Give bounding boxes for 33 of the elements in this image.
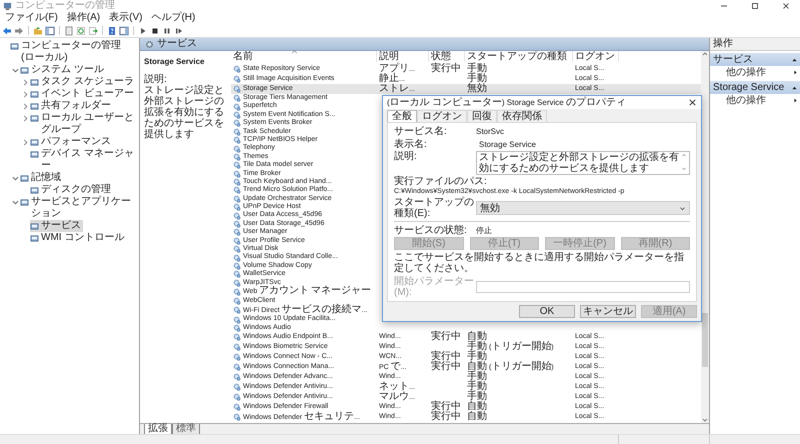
table-cell-text: 実行中	[431, 352, 461, 362]
field-label: 実行ファイルのパス:	[394, 176, 488, 187]
field-label: スタートアップの種類(E):	[394, 197, 475, 219]
table-cell: 実行中	[431, 412, 461, 423]
table-cell: 実行中	[431, 362, 461, 373]
panel-title: サービス	[157, 38, 197, 50]
table-cell-text: 手動	[467, 382, 487, 392]
dialog-title: (ローカル コンピューター) Storage Service のプロパティ	[387, 96, 626, 108]
table-cell-text: 自動	[467, 332, 487, 342]
description-text: ストレージ設定と外部ストレージの拡張を有効にするためのサービスを提供します	[144, 85, 225, 140]
table-cell-text: 手動	[467, 352, 487, 362]
description-label: 説明:	[144, 74, 168, 85]
table-cell: 無効	[467, 84, 487, 94]
table-cell: 実行中	[431, 64, 461, 74]
field-label: 開始パラメーター(M):	[394, 276, 475, 298]
table-cell-text: 手動	[467, 372, 487, 382]
table-cell-text: 手動	[467, 74, 487, 84]
table-cell-text: 手動	[467, 64, 487, 74]
field-label: サービス名:	[394, 126, 448, 136]
field-value: StorSvc	[476, 126, 504, 136]
field-label: 説明:	[394, 151, 418, 162]
table-cell-text: 手動	[467, 392, 487, 402]
table-cell: 実行中	[431, 332, 461, 343]
field-label: 表示名:	[394, 138, 428, 150]
hint-text: ここでサービスを開始するときに適用する開始パラメーターを指定してください。	[394, 252, 685, 274]
field-value: 停止	[476, 224, 492, 236]
service-name: Storage Service	[144, 57, 206, 66]
table-cell: 自動	[467, 412, 487, 423]
table-cell-text: 自動	[467, 402, 487, 412]
table-cell-text: 実行中	[431, 402, 461, 412]
window-title: コンピューターの管理	[15, 0, 115, 12]
field-label: サービスの状態:	[394, 224, 468, 236]
actions-title: 操作	[710, 38, 800, 51]
